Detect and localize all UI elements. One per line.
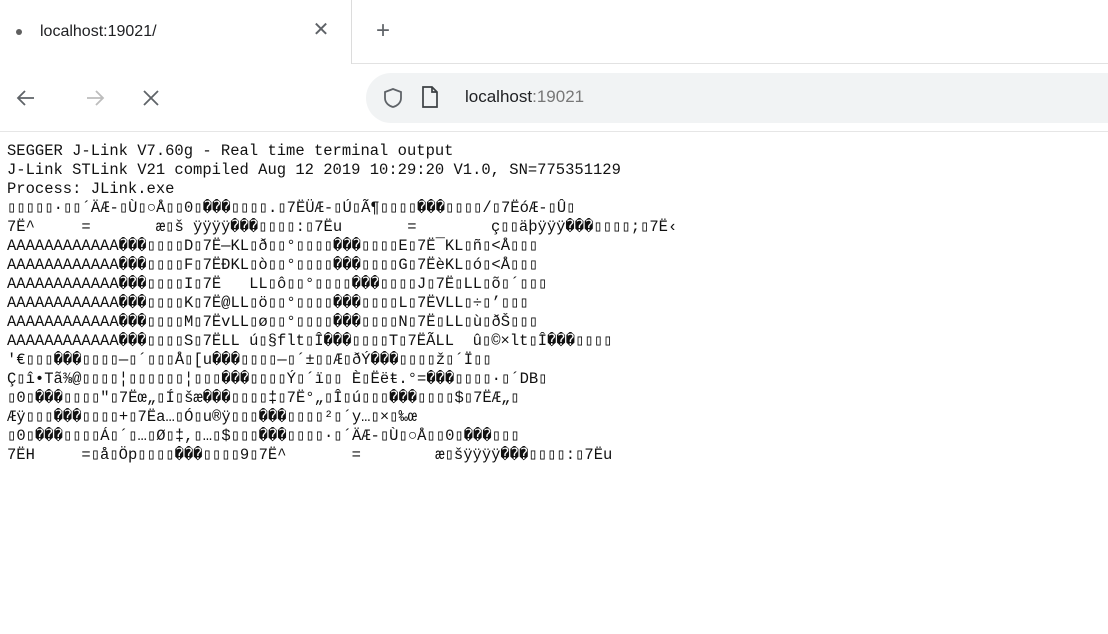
arrow-left-icon <box>16 90 34 106</box>
terminal-line: '€▯▯▯���▯▯▯▯—▯´▯▯▯Å▯[u���▯▯▯▯—▯´±▯▯Æ▯ðÝ�… <box>7 351 492 369</box>
back-button[interactable] <box>11 83 41 113</box>
terminal-line: SEGGER J-Link V7.60g - Real time termina… <box>7 142 454 160</box>
terminal-line: AAAAAAAAAAAA���▯▯▯▯M▯7ËvLL▯ø▯▯°▯▯▯▯���▯▯… <box>7 313 539 331</box>
forward-button[interactable] <box>80 83 110 113</box>
shield-icon[interactable] <box>382 87 404 109</box>
page-icon <box>422 86 438 108</box>
address-bar[interactable]: localhost:19021 <box>366 73 1108 123</box>
url-host: localhost <box>465 87 533 106</box>
terminal-line: 7ËH =▯å▯Öp▯▯▯▯���▯▯▯▯9▯7Ë^ = æ▯šÿÿÿÿ���▯… <box>7 446 613 464</box>
terminal-line: AAAAAAAAAAAA���▯▯▯▯S▯7ËLL ú▯§flt▯Î���▯▯▯… <box>7 332 613 350</box>
arrow-right-icon <box>87 90 105 106</box>
new-tab-plus-icon[interactable]: + <box>370 18 396 44</box>
terminal-line: Process: JLink.exe <box>7 180 175 198</box>
tab-strip: localhost:19021/ ✕ + <box>0 0 1108 64</box>
terminal-line: ▯▯▯▯▯·▯▯´ÄÆ-▯Ù▯○Å▯▯0▯���▯▯▯▯.▯7ËÜÆ-▯Ú▯Ã¶… <box>7 199 576 217</box>
tab-title: localhost:19021/ <box>40 23 157 40</box>
terminal-line: ▯0▯���▯▯▯▯Á▯´▯…▯Ø▯‡,▯…▯$▯▯▯���▯▯▯▯·▯´ÄÆ-… <box>7 427 520 445</box>
browser-tab[interactable]: localhost:19021/ ✕ <box>0 0 352 64</box>
terminal-line: AAAAAAAAAAAA���▯▯▯▯F▯7ËÐKL▯ò▯▯°▯▯▯▯���▯▯… <box>7 256 539 274</box>
close-tab-icon[interactable]: ✕ <box>309 18 333 42</box>
terminal-line: AAAAAAAAAAAA���▯▯▯▯D▯7Ë—KL▯ð▯▯°▯▯▯▯���▯▯… <box>7 237 539 255</box>
stop-loading-button[interactable] <box>136 83 166 113</box>
browser-toolbar: localhost:19021 <box>0 64 1108 132</box>
terminal-line: ▯0▯���▯▯▯▯"▯7Ëœ„▯Í▯šæ���▯▯▯▯‡▯7Ë°„▯Î▯ú▯▯… <box>7 389 520 407</box>
terminal-line: J-Link STLink V21 compiled Aug 12 2019 1… <box>7 161 621 179</box>
url-text[interactable]: localhost:19021 <box>465 87 584 107</box>
terminal-line: AAAAAAAAAAAA���▯▯▯▯K▯7Ë@LL▯ö▯▯°▯▯▯▯���▯▯… <box>7 294 529 312</box>
url-port: :19021 <box>532 87 585 106</box>
tab-favicon-dot-icon <box>16 29 22 35</box>
terminal-line: AAAAAAAAAAAA���▯▯▯▯I▯7Ë LL▯ô▯▯°▯▯▯▯���▯▯… <box>7 275 548 293</box>
terminal-line: Ç▯î•Tã⅜@▯▯▯▯¦▯▯▯▯▯▯¦▯▯▯���▯▯▯▯Ý▯´ï▯▯ È▯Ë… <box>7 370 548 388</box>
terminal-line: 7Ë^ = æ▯š ÿÿÿÿ���▯▯▯▯:▯7Ëu = ç▯▯äþÿÿÿ���… <box>7 218 678 236</box>
terminal-line: Æÿ▯▯▯���▯▯▯▯+▯7Ëa…▯Ó▯u®ÿ▯▯▯���▯▯▯▯²▯´y…▯… <box>7 408 418 426</box>
terminal-output: SEGGER J-Link V7.60g - Real time termina… <box>7 142 1108 634</box>
close-icon <box>143 90 159 106</box>
